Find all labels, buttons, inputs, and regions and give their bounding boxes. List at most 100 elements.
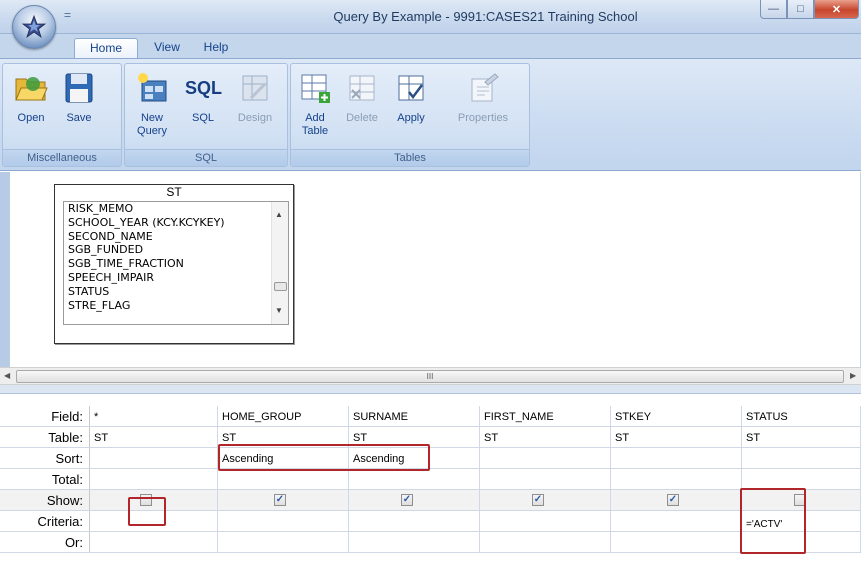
field-cell[interactable]: HOME_GROUP <box>218 406 349 426</box>
show-checkbox[interactable]: ✓ <box>532 494 544 506</box>
new-query-button[interactable]: New Query <box>131 70 173 138</box>
or-cell[interactable] <box>480 532 611 552</box>
table-field-item[interactable]: SPEECH_IMPAIR <box>64 271 288 285</box>
scroll-up-icon[interactable]: ▲ <box>275 210 283 219</box>
total-cell[interactable] <box>742 469 861 489</box>
field-cell[interactable]: * <box>90 406 218 426</box>
total-cell[interactable] <box>349 469 480 489</box>
field-list-scrollbar[interactable]: ▲ ▼ <box>271 202 288 324</box>
delete-button[interactable]: Delete <box>341 70 383 125</box>
total-cell[interactable] <box>611 469 742 489</box>
save-label: Save <box>66 112 92 124</box>
apply-button[interactable]: Apply <box>391 70 431 125</box>
table-field-item[interactable]: STATUS <box>64 285 288 299</box>
table-field-item[interactable]: SGB_FUNDED <box>64 243 288 257</box>
sort-cell[interactable] <box>742 448 861 468</box>
scroll-down-icon[interactable]: ▼ <box>275 306 283 315</box>
show-checkbox[interactable]: ✓ <box>274 494 286 506</box>
show-star-highlight-box <box>128 497 166 526</box>
total-cell[interactable] <box>218 469 349 489</box>
sql-button[interactable]: SQL SQL <box>183 70 223 125</box>
table-box-title: ST <box>166 185 182 199</box>
total-cell[interactable] <box>480 469 611 489</box>
office-button[interactable] <box>12 5 56 49</box>
criteria-cell[interactable] <box>611 511 742 531</box>
row-label-or: Or: <box>0 532 90 552</box>
criteria-cell[interactable] <box>480 511 611 531</box>
properties-button[interactable]: Properties <box>451 70 515 125</box>
sort-cell[interactable] <box>480 448 611 468</box>
tab-help[interactable]: Help <box>196 38 236 58</box>
field-cell[interactable]: SURNAME <box>349 406 480 426</box>
maximize-button[interactable]: □ <box>787 0 814 19</box>
row-label-field: Field: <box>0 406 90 426</box>
or-cell[interactable] <box>349 532 480 552</box>
horizontal-scrollbar[interactable]: ◀ III ▶ <box>0 367 861 385</box>
table-cell[interactable]: ST <box>480 427 611 447</box>
delete-label: Delete <box>346 112 378 124</box>
row-label-sort: Sort: <box>0 448 90 468</box>
table-cell[interactable]: ST <box>742 427 861 447</box>
scroll-right-icon[interactable]: ▶ <box>850 371 856 380</box>
pane-splitter[interactable] <box>0 385 861 394</box>
new-query-icon <box>138 73 167 102</box>
new-query-label-line1: New <box>140 112 163 124</box>
open-button[interactable]: Open <box>11 70 51 125</box>
ribbon-group-miscellaneous: Open Save Miscellaneous <box>2 63 122 167</box>
table-field-item[interactable]: SCHOOL_YEAR (KCY.KCYKEY) <box>64 216 288 230</box>
window-title: Query By Example - 9991:CASES21 Training… <box>333 9 638 24</box>
criteria-cell[interactable] <box>218 511 349 531</box>
tab-view[interactable]: View <box>144 38 190 58</box>
total-cell[interactable] <box>90 469 218 489</box>
field-cell[interactable]: STATUS <box>742 406 861 426</box>
tab-home[interactable]: Home <box>74 38 138 59</box>
add-table-label-line1: Add <box>305 112 325 124</box>
show-cell: ✓ <box>218 490 349 510</box>
close-button[interactable]: ✕ <box>814 0 859 19</box>
window-controls: — □ ✕ <box>760 0 859 19</box>
floppy-disk-icon <box>65 73 93 103</box>
table-st-box[interactable]: ST RISK_MEMO SCHOOL_YEAR (KCY.KCYKEY) SE… <box>54 184 294 344</box>
criteria-cell[interactable] <box>349 511 480 531</box>
sort-cell[interactable] <box>90 448 218 468</box>
or-cell[interactable] <box>611 532 742 552</box>
or-cell[interactable] <box>90 532 218 552</box>
scroll-left-icon[interactable]: ◀ <box>4 371 10 380</box>
properties-label: Properties <box>457 112 509 124</box>
query-grid: Field: * HOME_GROUP SURNAME FIRST_NAME S… <box>0 394 861 567</box>
grid-row-total: Total: <box>0 469 861 490</box>
horizontal-scroll-thumb[interactable]: III <box>16 370 844 383</box>
add-table-button[interactable]: Add Table <box>295 70 335 138</box>
scroll-thumb[interactable] <box>274 282 287 291</box>
table-field-item[interactable]: STRE_FLAG <box>64 299 288 313</box>
status-highlight-box <box>740 488 806 554</box>
table-field-item[interactable]: SGB_TIME_FRACTION <box>64 257 288 271</box>
close-icon: ✕ <box>831 3 842 16</box>
design-button[interactable]: Design <box>229 70 281 125</box>
apply-icon <box>398 75 424 101</box>
delete-table-icon <box>349 75 375 101</box>
sort-cell[interactable] <box>611 448 742 468</box>
grid-row-sort: Sort: Ascending Ascending <box>0 448 861 469</box>
table-field-item[interactable]: SECOND_NAME <box>64 230 288 244</box>
table-cell[interactable]: ST <box>90 427 218 447</box>
show-checkbox[interactable]: ✓ <box>667 494 679 506</box>
field-cell[interactable]: FIRST_NAME <box>480 406 611 426</box>
grid-row-table: Table: ST ST ST ST ST ST <box>0 427 861 448</box>
or-cell[interactable] <box>218 532 349 552</box>
row-label-show: Show: <box>0 490 90 510</box>
show-cell: ✓ <box>480 490 611 510</box>
group-label-tables: Tables <box>291 149 529 166</box>
field-cell[interactable]: STKEY <box>611 406 742 426</box>
minimize-button[interactable]: — <box>760 0 787 19</box>
show-checkbox[interactable]: ✓ <box>401 494 413 506</box>
ribbon: Open Save Miscellaneous New Query SQL SQ… <box>0 58 861 171</box>
maximize-icon: □ <box>797 3 804 15</box>
sql-icon: SQL <box>185 78 223 98</box>
table-field-item[interactable]: RISK_MEMO <box>64 202 288 216</box>
table-cell[interactable]: ST <box>611 427 742 447</box>
save-button[interactable]: Save <box>59 70 99 125</box>
query-design-pane: ST RISK_MEMO SCHOOL_YEAR (KCY.KCYKEY) SE… <box>0 172 861 367</box>
table-field-list[interactable]: RISK_MEMO SCHOOL_YEAR (KCY.KCYKEY) SECON… <box>63 201 289 325</box>
sql-label: SQL <box>191 112 214 124</box>
